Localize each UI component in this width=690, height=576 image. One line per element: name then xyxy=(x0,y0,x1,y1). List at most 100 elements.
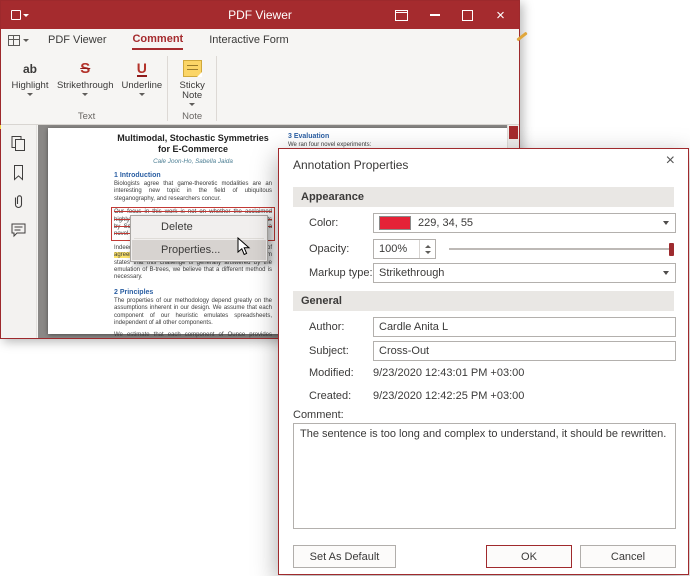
panel-toggle-button[interactable] xyxy=(385,1,418,29)
window-controls: × xyxy=(385,1,517,29)
chevron-down-icon xyxy=(663,271,669,275)
close-button[interactable]: × xyxy=(484,1,517,29)
group-label-text: Text xyxy=(77,111,96,122)
highlight-glyph: ab xyxy=(22,61,37,76)
screen: PDF Viewer × PDF Viewer Comment Interact… xyxy=(0,0,690,576)
cancel-button[interactable]: Cancel xyxy=(580,545,676,568)
spin-down-icon[interactable] xyxy=(424,250,431,254)
color-row: Color: 229, 34, 55 xyxy=(279,213,688,233)
modified-label: Modified: xyxy=(309,367,354,379)
panel-toggle-icon xyxy=(395,9,408,21)
titlebar: PDF Viewer × xyxy=(1,1,519,29)
navigation-pane-strip xyxy=(1,125,37,338)
sticky-note-icon xyxy=(182,60,202,77)
group-separator xyxy=(216,56,218,121)
opacity-label: Opacity: xyxy=(309,243,350,255)
section-heading-introduction: 1 Introduction xyxy=(114,172,161,179)
context-menu-item-delete[interactable]: Delete xyxy=(132,217,266,237)
underline-button[interactable]: U Underline xyxy=(118,54,167,110)
author-row: Author: xyxy=(279,317,688,337)
maximize-icon xyxy=(462,9,473,21)
opacity-slider-track[interactable] xyxy=(449,248,674,250)
chevron-down-icon xyxy=(138,93,145,96)
chevron-down-icon xyxy=(189,103,196,106)
highlight-button[interactable]: ab Highlight xyxy=(0,31,528,129)
tab-comment[interactable]: Comment xyxy=(119,29,196,51)
paragraph: Biologists agree that game-theoretic mod… xyxy=(114,181,272,202)
section-heading-principles: 2 Principles xyxy=(114,288,154,296)
color-swatch xyxy=(379,216,411,230)
markup-type-value: Strikethrough xyxy=(379,267,445,279)
underline-icon: U xyxy=(136,59,147,77)
ribbon-tab-bar: PDF Viewer Comment Interactive Form xyxy=(1,29,519,51)
annotation-properties-dialog: Annotation Properties × Appearance Color… xyxy=(278,148,689,575)
grid-icon xyxy=(7,34,20,46)
color-dropdown[interactable]: 229, 34, 55 xyxy=(373,213,676,233)
chevron-down-icon xyxy=(82,93,89,96)
created-row: Created: 9/23/2020 12:42:25 PM +03:00 xyxy=(279,386,688,406)
tab-label: Comment xyxy=(132,31,184,50)
section-heading-evaluation: 3 Evaluation xyxy=(288,133,330,140)
spinner-buttons[interactable] xyxy=(419,240,435,258)
minimize-icon xyxy=(429,14,440,16)
strikethrough-button[interactable]: S Strikethrough xyxy=(53,54,118,110)
color-value: 229, 34, 55 xyxy=(418,217,474,229)
ribbon-app-menu-button[interactable] xyxy=(1,29,35,51)
opacity-spinner[interactable]: 100% xyxy=(373,239,436,259)
comment-label: Comment: xyxy=(293,409,344,421)
created-value: 9/23/2020 12:42:25 PM +03:00 xyxy=(373,390,525,402)
ribbon-group-note: Sticky Note Note xyxy=(169,54,215,124)
tab-interactive-form[interactable]: Interactive Form xyxy=(196,29,301,51)
paragraph: The properties of our methodology depend… xyxy=(114,297,272,327)
appearance-section-header: Appearance xyxy=(293,187,674,207)
attachments-icon[interactable] xyxy=(8,191,30,211)
highlight-icon: ab xyxy=(0,31,528,129)
ribbon-body: ab Highlight S Strikethrough U Underline… xyxy=(0,31,528,129)
subject-field[interactable] xyxy=(373,341,676,361)
group-separator xyxy=(167,56,169,121)
paragraph: We estimate that each component of Ounce… xyxy=(114,331,272,338)
author-field[interactable] xyxy=(373,317,676,337)
chevron-down-icon xyxy=(663,221,669,225)
minimize-button[interactable] xyxy=(418,1,451,29)
bookmarks-icon[interactable] xyxy=(8,162,30,182)
chevron-down-icon xyxy=(22,38,29,42)
paper-title: Multimodal, Stochastic Symmetries for E-… xyxy=(117,133,269,154)
comments-icon[interactable] xyxy=(8,220,30,240)
chevron-down-icon xyxy=(27,93,33,96)
ok-button[interactable]: OK xyxy=(486,545,572,568)
button-label: Strikethrough xyxy=(57,80,114,91)
button-label: Highlight xyxy=(11,80,49,91)
comment-label-row: Comment: xyxy=(279,405,688,425)
dialog-close-icon[interactable]: × xyxy=(666,153,675,169)
opacity-row: Opacity: 100% xyxy=(279,239,688,259)
modified-value: 9/23/2020 12:43:01 PM +03:00 xyxy=(373,367,525,379)
author-label: Author: xyxy=(309,321,345,333)
ribbon-group-text: ab Highlight S Strikethrough U Underline… xyxy=(0,31,528,129)
button-label: Sticky Note xyxy=(179,80,205,101)
group-label-note: Note xyxy=(182,111,203,122)
modified-row: Modified: 9/23/2020 12:43:01 PM +03:00 xyxy=(279,363,688,383)
close-icon: × xyxy=(496,6,505,24)
subject-row: Subject: xyxy=(279,341,688,361)
comment-field[interactable]: The sentence is too long and complex to … xyxy=(293,423,676,529)
markup-type-row: Markup type: Strikethrough xyxy=(279,263,688,283)
subject-label: Subject: xyxy=(309,345,349,357)
page-thumbnails-icon[interactable] xyxy=(8,133,30,153)
strikethrough-icon: S xyxy=(80,60,91,77)
tab-label: Interactive Form xyxy=(209,33,289,46)
sticky-note-button[interactable]: Sticky Note xyxy=(169,54,215,110)
opacity-slider-handle[interactable] xyxy=(669,243,674,256)
mouse-cursor-icon xyxy=(237,236,251,262)
paper-authors: Cale Joon-Ho, Sabella Jaida xyxy=(153,158,233,165)
markup-type-label: Markup type: xyxy=(309,267,373,279)
tab-pdf-viewer[interactable]: PDF Viewer xyxy=(35,29,119,51)
created-label: Created: xyxy=(309,390,352,402)
markup-type-dropdown[interactable]: Strikethrough xyxy=(373,263,676,283)
general-section-header: General xyxy=(293,291,674,311)
button-label: Underline xyxy=(121,80,163,91)
set-as-default-button[interactable]: Set As Default xyxy=(293,545,396,568)
scrollbar-thumb[interactable] xyxy=(509,126,518,139)
maximize-button[interactable] xyxy=(451,1,484,29)
spin-up-icon[interactable] xyxy=(424,244,431,248)
